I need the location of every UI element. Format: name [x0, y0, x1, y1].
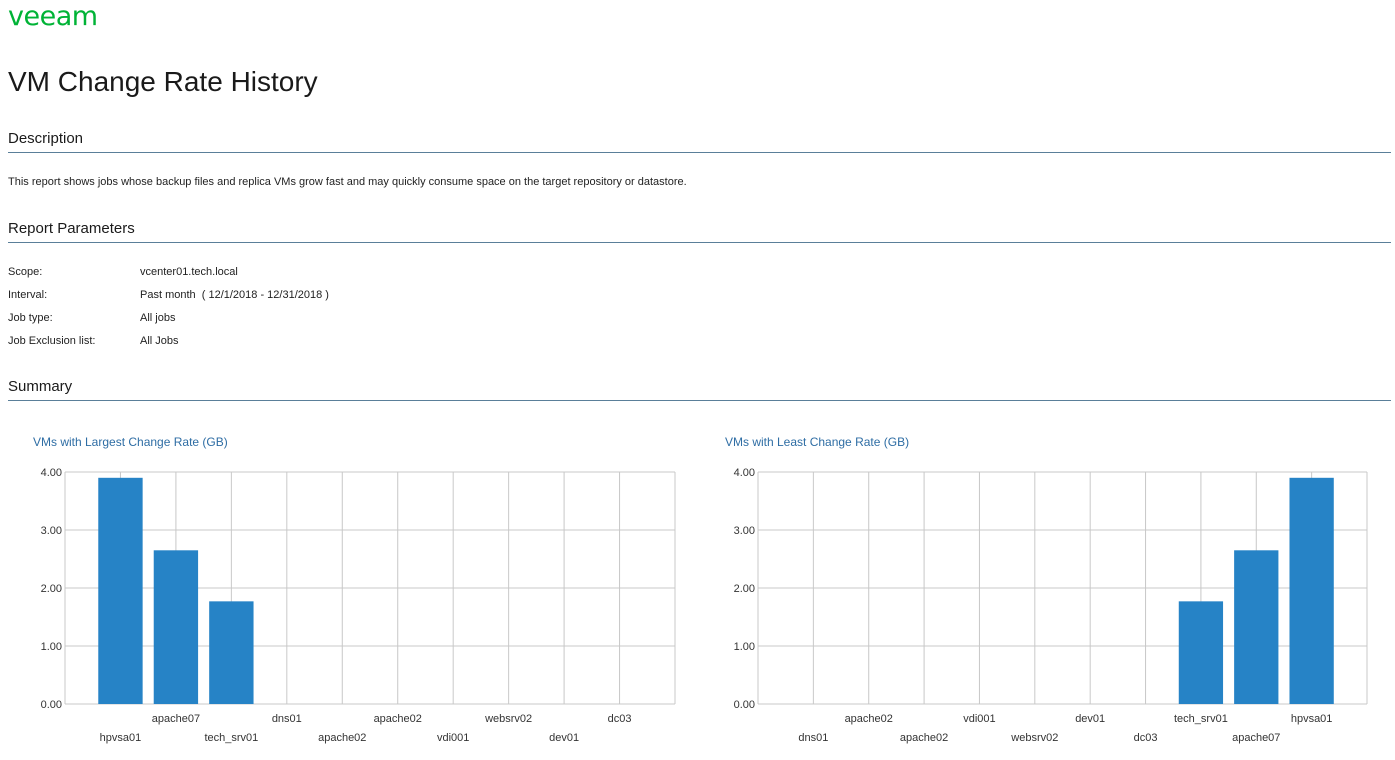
- least-bar-apache07: [1234, 550, 1279, 704]
- largest-xtick-label: dns01: [272, 713, 302, 725]
- param-job-type-label: Job type:: [8, 312, 53, 324]
- description-text: This report shows jobs whose backup file…: [8, 176, 687, 188]
- largest-bar-tech_srv01: [209, 601, 254, 704]
- least-xtick-label: vdi001: [963, 713, 995, 725]
- least-ytick-label: 3.00: [734, 525, 755, 537]
- least-xtick-label: tech_srv01: [1174, 713, 1228, 725]
- page-title: VM Change Rate History: [8, 66, 318, 97]
- param-scope-value: vcenter01.tech.local: [140, 266, 238, 278]
- largest-ytick-label: 4.00: [41, 467, 62, 479]
- veeam-logo: veeam: [8, 3, 98, 29]
- param-interval-value: Past month ( 12/1/2018 - 12/31/2018 ): [140, 289, 329, 301]
- largest-bar-apache07: [153, 550, 199, 704]
- least-xtick-label: apache02: [845, 713, 893, 725]
- largest-xtick-label: dc03: [608, 713, 632, 725]
- largest-xtick-label: apache02: [318, 732, 366, 744]
- least-xtick-label: hpvsa01: [1291, 713, 1333, 725]
- least-bar-tech_srv01: [1178, 601, 1224, 704]
- param-scope-label: Scope:: [8, 266, 43, 278]
- largest-xtick-label: tech_srv01: [204, 732, 258, 744]
- largest-ytick-label: 0.00: [41, 699, 62, 711]
- largest-ytick-label: 1.00: [41, 641, 62, 653]
- largest-xtick-label: vdi001: [437, 732, 469, 744]
- largest-xtick-label: hpvsa01: [100, 732, 142, 744]
- section-description-header: Description: [8, 130, 1391, 153]
- least-xtick-label: dns01: [798, 732, 828, 744]
- largest-bar-hpvsa01: [98, 477, 143, 704]
- chart-least-title: VMs with Least Change Rate (GB): [725, 435, 910, 449]
- least-ytick-label: 2.00: [734, 583, 755, 595]
- param-job-type-value: All jobs: [140, 312, 176, 324]
- largest-xtick-label: apache07: [152, 713, 200, 725]
- least-xtick-label: dc03: [1134, 732, 1158, 744]
- largest-ytick-label: 2.00: [41, 583, 62, 595]
- least-xtick-label: dev01: [1075, 713, 1105, 725]
- param-exclusion-label: Job Exclusion list:: [8, 335, 96, 347]
- section-summary-header: Summary: [8, 378, 1391, 401]
- largest-ytick-label: 3.00: [41, 525, 62, 537]
- param-interval-label: Interval:: [8, 289, 48, 301]
- veeam-logo-text: veeam: [8, 3, 98, 29]
- param-exclusion-value: All Jobs: [140, 335, 179, 347]
- least-xtick-label: apache02: [900, 732, 948, 744]
- least-ytick-label: 1.00: [734, 641, 755, 653]
- largest-xtick-label: apache02: [374, 713, 422, 725]
- largest-xtick-label: dev01: [549, 732, 579, 744]
- least-bar-hpvsa01: [1289, 477, 1334, 704]
- least-ytick-label: 4.00: [734, 467, 755, 479]
- least-ytick-label: 0.00: [734, 699, 755, 711]
- chart-largest-title: VMs with Largest Change Rate (GB): [33, 435, 228, 449]
- least-xtick-label: apache07: [1232, 732, 1280, 744]
- section-parameters-header: Report Parameters: [8, 220, 1391, 243]
- least-xtick-label: websrv02: [1010, 732, 1058, 744]
- largest-xtick-label: websrv02: [484, 713, 532, 725]
